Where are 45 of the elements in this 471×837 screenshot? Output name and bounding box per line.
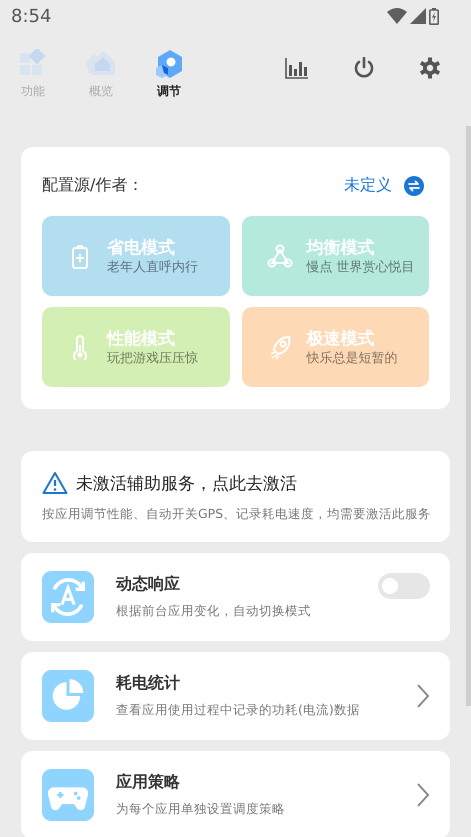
pie-chart-icon [42, 670, 94, 722]
feature-title: 耗电统计 [116, 673, 181, 694]
mode-tile[interactable]: 省电模式 老年人直呼内行 [42, 216, 230, 296]
feature-subtitle: 查看应用使用过程中记录的功耗(电流)数据 [116, 702, 361, 719]
mode-title: 均衡模式 [306, 236, 376, 258]
battery-icon [429, 8, 439, 24]
mode-subtitle: 玩把游戏压压惊 [107, 350, 198, 366]
feature-subtitle: 根据前台应用变化，自动切换模式 [116, 603, 312, 620]
status-time: 8:54 [11, 6, 52, 26]
feature-title: 应用策略 [116, 772, 181, 793]
mode-subtitle: 快乐总是短暂的 [306, 350, 398, 366]
mode-tile[interactable]: 性能模式 玩把游戏压压惊 [42, 307, 230, 387]
mode-subtitle: 慢点 世界赏心悦目 [306, 258, 415, 276]
wifi-icon [387, 8, 407, 24]
notice-card[interactable]: 未激活辅助服务，点此去激活 按应用调节性能、自动开关GPS、记录耗电速度，均需要激活此服务 [21, 451, 450, 542]
warning-icon [42, 471, 68, 495]
bar-chart-icon[interactable] [285, 56, 309, 78]
chevron-right-icon [416, 782, 430, 808]
feature-card[interactable]: 动态响应 根据前台应用变化，自动切换模式 [21, 553, 450, 641]
nav-tab[interactable]: 调节 [154, 49, 184, 100]
scrollbar[interactable] [466, 126, 471, 706]
notice-title: 未激活辅助服务，点此去激活 [76, 472, 297, 494]
mode-title: 省电模式 [107, 236, 176, 258]
profile-label: 配置源/作者： [42, 175, 144, 196]
swap-icon[interactable] [404, 176, 424, 196]
hexagon-icon [154, 49, 184, 79]
toggle-switch[interactable] [378, 573, 430, 599]
auto-switch-icon [42, 571, 94, 623]
power-icon[interactable] [353, 56, 375, 78]
feature-card[interactable]: 耗电统计 查看应用使用过程中记录的功耗(电流)数据 [21, 652, 450, 740]
gamepad-icon [42, 769, 94, 821]
mode-title: 极速模式 [306, 328, 376, 350]
feature-card[interactable]: 应用策略 为每个应用单独设置调度策略 [21, 751, 450, 837]
notice-description: 按应用调节性能、自动开关GPS、记录耗电速度，均需要激活此服务 [42, 505, 432, 522]
signal-icon [410, 8, 426, 24]
profile-value[interactable]: 未定义 [344, 175, 392, 196]
mode-tile[interactable]: 极速模式 快乐总是短暂的 [242, 307, 429, 387]
settings-icon[interactable] [419, 56, 441, 78]
feature-subtitle: 为每个应用单独设置调度策略 [116, 801, 286, 818]
feature-title: 动态响应 [116, 574, 181, 595]
mode-title: 性能模式 [107, 328, 176, 350]
mode-subtitle: 老年人直呼内行 [107, 258, 198, 276]
chevron-right-icon [416, 683, 430, 709]
mode-tile[interactable]: 均衡模式 慢点 世界赏心悦目 [242, 216, 429, 296]
network-icon [266, 243, 292, 269]
